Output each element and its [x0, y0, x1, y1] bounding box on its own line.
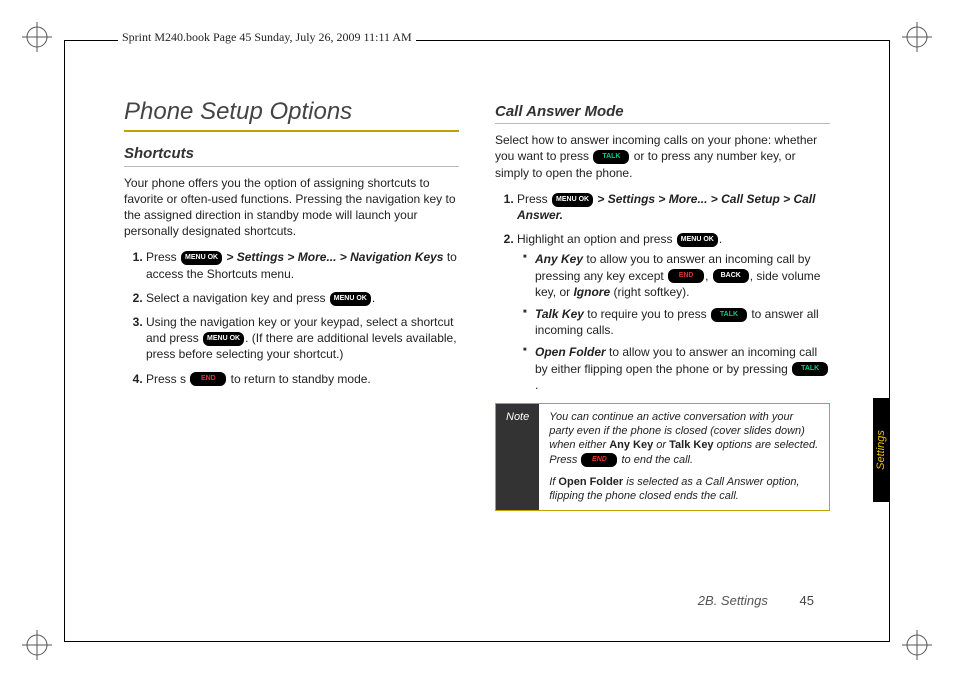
footer-section: 2B. Settings	[698, 593, 768, 608]
option-label: Talk Key	[535, 307, 584, 321]
back-key-icon: BACK	[713, 269, 749, 283]
talk-key-icon: TALK	[792, 362, 828, 376]
note-body: You can continue an active conversation …	[539, 404, 829, 510]
text: Select a navigation key and press	[146, 291, 329, 305]
option-label: Open Folder	[535, 345, 606, 359]
text: to end the call.	[618, 454, 693, 466]
side-tab-settings: Settings	[873, 398, 889, 502]
text: (right softkey).	[610, 285, 689, 299]
step: Highlight an option and press MENU OK. A…	[517, 231, 830, 393]
list-item: Any Key to allow you to answer an incomi…	[523, 251, 830, 300]
options-list: Any Key to allow you to answer an incomi…	[523, 251, 830, 393]
text: Press	[517, 192, 551, 206]
subsection-call-answer: Call Answer Mode	[495, 102, 830, 124]
talk-key-icon: TALK	[711, 308, 747, 322]
menu-ok-key-icon: MENU OK	[552, 193, 593, 207]
footer-page-number: 45	[800, 593, 814, 608]
step: Select a navigation key and press MENU O…	[146, 290, 459, 306]
text: Highlight an option and press	[517, 232, 676, 246]
call-answer-steps: Press MENU OK > Settings > More... > Cal…	[495, 191, 830, 393]
step: Press s END to return to standby mode.	[146, 371, 459, 387]
menu-ok-key-icon: MENU OK	[677, 233, 718, 247]
crop-mark-icon	[902, 22, 932, 52]
step: Using the navigation key or your keypad,…	[146, 314, 459, 363]
crop-mark-icon	[22, 22, 52, 52]
left-column: Phone Setup Options Shortcuts Your phone…	[124, 96, 459, 626]
text: to return to standby mode.	[227, 372, 370, 386]
right-column: Call Answer Mode Select how to answer in…	[495, 96, 830, 626]
step: Press MENU OK > Settings > More... > Cal…	[517, 191, 830, 223]
step: Press MENU OK > Settings > More... > Nav…	[146, 249, 459, 281]
end-key-icon: END	[581, 453, 617, 467]
subsection-shortcuts: Shortcuts	[124, 144, 459, 166]
crop-mark-icon	[22, 630, 52, 660]
note-label: Note	[496, 404, 539, 510]
call-answer-intro: Select how to answer incoming calls on y…	[495, 132, 830, 181]
menu-ok-key-icon: MENU OK	[181, 251, 222, 265]
menu-ok-key-icon: MENU OK	[330, 292, 371, 306]
side-tab-label: Settings	[875, 430, 887, 470]
text: to require you to press	[584, 307, 710, 321]
menu-ok-key-icon: MENU OK	[203, 332, 244, 346]
crop-mark-icon	[902, 630, 932, 660]
text: Any Key	[609, 439, 653, 451]
ignore-label: Ignore	[573, 285, 610, 299]
note-box: Note You can continue an active conversa…	[495, 403, 830, 511]
text: ,	[705, 269, 712, 283]
page-footer: 2B. Settings 45	[698, 593, 814, 608]
text: Talk Key	[669, 439, 713, 451]
text: Press s	[146, 372, 189, 386]
text: or	[653, 439, 669, 451]
list-item: Talk Key to require you to press TALK to…	[523, 306, 830, 338]
list-item: Open Folder to allow you to answer an in…	[523, 344, 830, 393]
menu-path: > Settings > More... > Navigation Keys	[223, 250, 443, 264]
shortcuts-steps: Press MENU OK > Settings > More... > Nav…	[124, 249, 459, 386]
text: Press	[146, 250, 180, 264]
option-label: Any Key	[535, 252, 583, 266]
end-key-icon: END	[190, 372, 226, 386]
text: Open Folder	[558, 476, 623, 488]
page-body: Phone Setup Options Shortcuts Your phone…	[64, 60, 890, 626]
section-title: Phone Setup Options	[124, 96, 459, 132]
shortcuts-intro: Your phone offers you the option of assi…	[124, 175, 459, 240]
talk-key-icon: TALK	[593, 150, 629, 164]
end-key-icon: END	[668, 269, 704, 283]
page-header: Sprint M240.book Page 45 Sunday, July 26…	[118, 30, 416, 45]
